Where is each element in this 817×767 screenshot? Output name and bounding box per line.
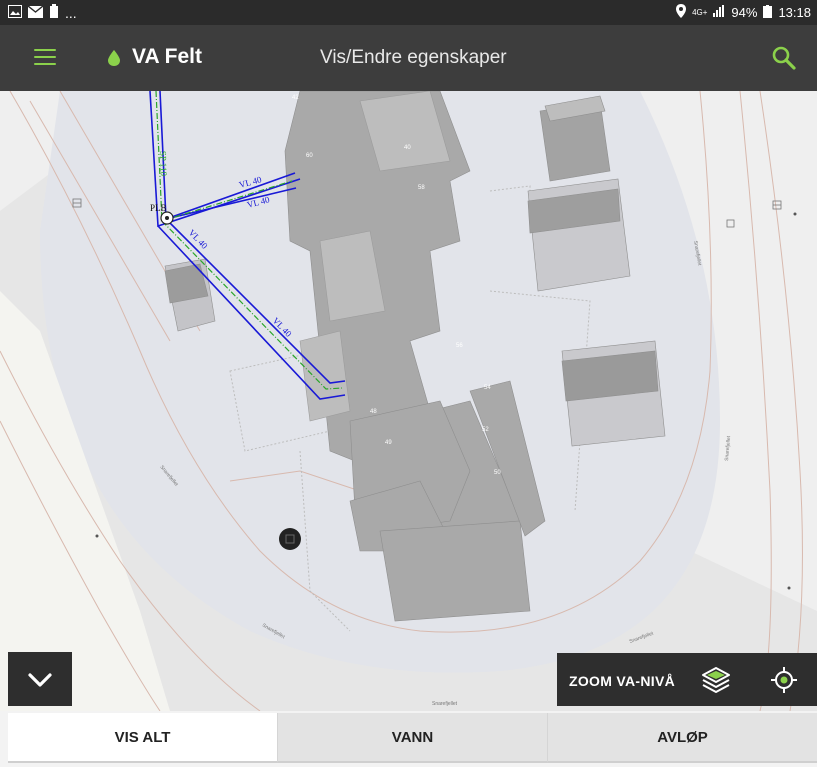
building-number: 48 xyxy=(370,409,377,415)
map-toolbar: ZOOM VA-NIVÅ xyxy=(557,653,817,706)
street-label: Snarefjellet xyxy=(432,701,458,707)
app-bar: VA Felt Vis/Endre egenskaper xyxy=(0,25,817,91)
clock: 13:18 xyxy=(778,5,811,20)
hamburger-menu-icon[interactable] xyxy=(34,48,56,66)
point-label: PLB xyxy=(150,203,167,213)
network-type: 4G+ xyxy=(692,8,708,17)
building-number: 60 xyxy=(306,153,313,159)
water-drop-logo-icon xyxy=(108,50,120,66)
building-number: 56 xyxy=(456,343,463,349)
app-title: VA Felt xyxy=(132,45,203,68)
clipboard-notification-icon xyxy=(49,4,59,21)
building-number: 50 xyxy=(494,470,501,476)
layers-icon[interactable] xyxy=(699,665,733,695)
tab-vann[interactable]: VANN xyxy=(277,713,547,763)
status-bar: ... 4G+ 94% 13:18 xyxy=(0,0,817,25)
zoom-va-level-button[interactable]: ZOOM VA-NIVÅ xyxy=(569,673,675,689)
chevron-down-icon xyxy=(28,673,52,687)
mail-notification-icon xyxy=(27,4,44,21)
building-number: 58 xyxy=(418,185,425,191)
my-location-icon[interactable] xyxy=(769,665,799,695)
overflow-notifications: ... xyxy=(65,4,77,21)
building-number: 40 xyxy=(404,145,411,151)
building-number: 54 xyxy=(484,385,491,391)
gallery-notification-icon xyxy=(8,4,22,21)
signal-icon xyxy=(713,5,725,20)
building-number: 42 xyxy=(292,95,299,101)
battery-icon xyxy=(763,4,773,21)
building-number: 49 xyxy=(385,440,392,446)
screen-title: Vis/Endre egenskaper xyxy=(320,47,507,68)
search-icon[interactable] xyxy=(769,43,799,73)
pipe-label: SP 110 xyxy=(158,151,169,177)
position-marker-icon[interactable] xyxy=(279,528,301,550)
tab-avlop[interactable]: AVLØP xyxy=(547,713,817,763)
location-icon xyxy=(676,4,687,21)
building-number: 52 xyxy=(482,427,489,433)
map-view[interactable]: VL 40 VL 40 VL 40 VL 40 SP 110 PLB 42 60… xyxy=(0,91,817,711)
battery-percent: 94% xyxy=(731,5,758,20)
filter-tabs: VIS ALT VANN AVLØP xyxy=(8,713,817,763)
tab-vis-alt[interactable]: VIS ALT xyxy=(8,713,277,763)
collapse-panel-button[interactable] xyxy=(8,652,72,706)
